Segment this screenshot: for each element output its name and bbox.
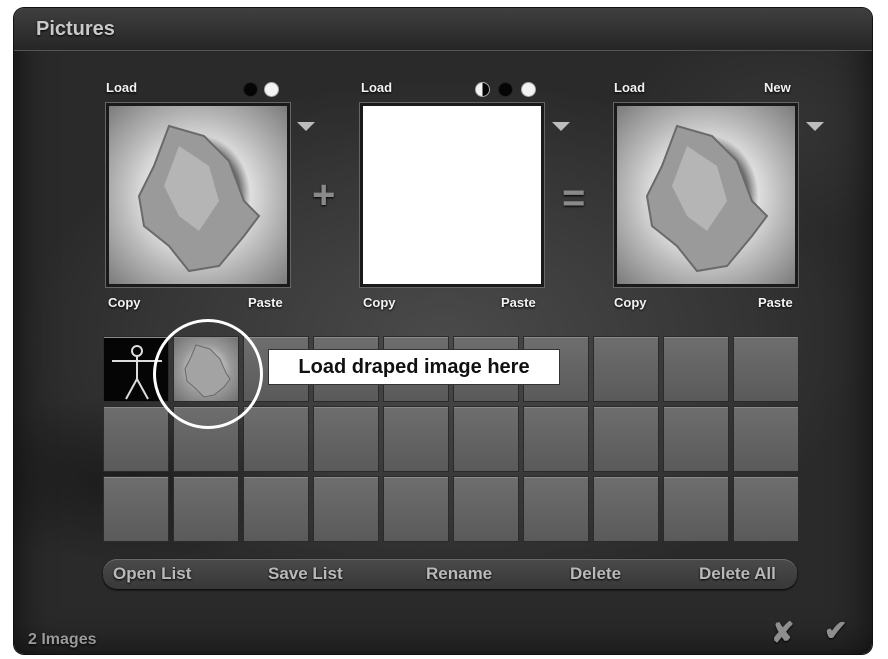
panel-3-dropdown-arrow-icon[interactable]: [806, 122, 824, 131]
delete-button[interactable]: Delete: [570, 564, 621, 584]
panel-2-load-button[interactable]: Load: [361, 80, 392, 95]
panel-2-half-dot[interactable]: [475, 82, 490, 97]
delete-all-button[interactable]: Delete All: [699, 564, 776, 584]
island-map-image: [137, 124, 261, 273]
empty-slot[interactable]: [733, 336, 799, 402]
panel-1-image[interactable]: [106, 103, 290, 287]
rename-button[interactable]: Rename: [426, 564, 492, 584]
panel-3-copy-button[interactable]: Copy: [614, 295, 647, 310]
save-list-button[interactable]: Save List: [268, 564, 343, 584]
empty-slot[interactable]: [453, 476, 519, 542]
panel-3-image[interactable]: [614, 103, 798, 287]
empty-slot[interactable]: [383, 476, 449, 542]
panel-2-copy-button[interactable]: Copy: [363, 295, 396, 310]
window-title: Pictures: [36, 18, 115, 40]
empty-slot[interactable]: [313, 476, 379, 542]
empty-slot[interactable]: [523, 406, 589, 472]
empty-slot[interactable]: [593, 406, 659, 472]
panel-2-white-dot[interactable]: [521, 82, 536, 97]
empty-slot[interactable]: [663, 336, 729, 402]
panel-3-paste-button[interactable]: Paste: [758, 295, 793, 310]
panel-1-black-dot[interactable]: [243, 82, 258, 97]
empty-slot[interactable]: [103, 406, 169, 472]
empty-slot[interactable]: [103, 476, 169, 542]
empty-slot[interactable]: [243, 476, 309, 542]
panel-2-image[interactable]: [360, 103, 544, 287]
highlight-circle: [153, 319, 263, 429]
empty-slot[interactable]: [173, 476, 239, 542]
empty-slot[interactable]: [383, 406, 449, 472]
island-map-image: [645, 124, 769, 273]
empty-slot[interactable]: [523, 476, 589, 542]
panel-3-load-button[interactable]: Load: [614, 80, 645, 95]
panel-1-white-dot[interactable]: [264, 82, 279, 97]
plus-icon: +: [312, 173, 336, 217]
pictures-window: Pictures Load Copy Paste + Load Copy Pas…: [14, 8, 872, 654]
panel-2-paste-button[interactable]: Paste: [501, 295, 536, 310]
annotation-callout: Load draped image here: [268, 349, 560, 385]
panel-2-black-dot[interactable]: [498, 82, 513, 97]
empty-slot[interactable]: [663, 406, 729, 472]
empty-slot[interactable]: [243, 406, 309, 472]
empty-slot[interactable]: [453, 406, 519, 472]
empty-slot[interactable]: [313, 406, 379, 472]
title-bar: Pictures: [14, 8, 872, 51]
ok-checkmark-icon[interactable]: ✔: [824, 614, 847, 647]
panel-3-new-button[interactable]: New: [764, 80, 791, 95]
open-list-button[interactable]: Open List: [113, 564, 191, 584]
empty-slot[interactable]: [733, 476, 799, 542]
panel-1-dropdown-arrow-icon[interactable]: [297, 122, 315, 131]
empty-slot[interactable]: [733, 406, 799, 472]
panel-2-dropdown-arrow-icon[interactable]: [552, 122, 570, 131]
panel-1-paste-button[interactable]: Paste: [248, 295, 283, 310]
equals-icon: =: [562, 176, 586, 220]
panel-1-copy-button[interactable]: Copy: [108, 295, 141, 310]
empty-slot[interactable]: [663, 476, 729, 542]
image-count: 2 Images: [28, 631, 97, 648]
empty-slot[interactable]: [593, 336, 659, 402]
panel-1-load-button[interactable]: Load: [106, 80, 137, 95]
empty-slot[interactable]: [593, 476, 659, 542]
cancel-icon[interactable]: ✘: [771, 616, 794, 649]
